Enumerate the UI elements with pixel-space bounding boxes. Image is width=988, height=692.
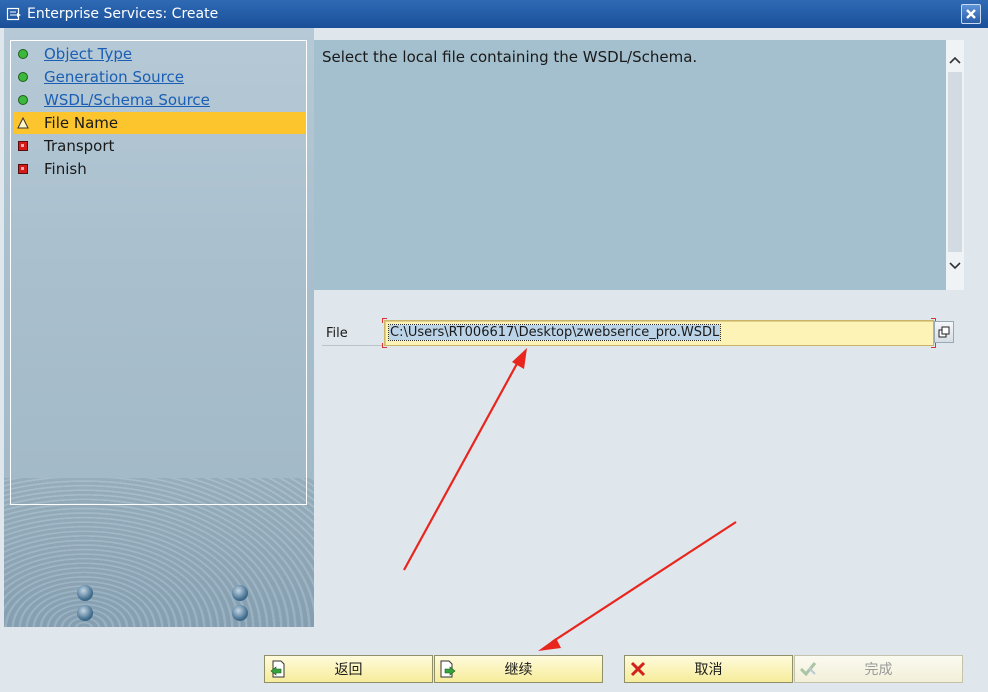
back-button-label: 返回 [334, 662, 363, 678]
red-square-icon [17, 140, 29, 152]
annotation-arrow-to-file [403, 359, 520, 571]
finish-button-label: 完成 [864, 662, 893, 678]
label-underline [322, 345, 382, 346]
file-label: File [326, 326, 348, 341]
step-label[interactable]: Object Type [44, 45, 132, 63]
step-label: Finish [44, 160, 87, 178]
cancel-button-label: 取消 [694, 662, 723, 678]
close-icon [965, 8, 977, 20]
step-transport: Transport [14, 135, 306, 157]
step-generation-source[interactable]: Generation Source [14, 66, 306, 88]
green-dot-icon [17, 48, 29, 60]
finish-check-icon [799, 660, 817, 678]
step-list: Object Type Generation Source WSDL/Schem… [10, 40, 307, 505]
chevron-down-icon [949, 262, 961, 270]
file-field-row: File C:\Users\RT006617\Desktop\zwebseric… [322, 318, 956, 348]
continue-button-label: 继续 [504, 662, 533, 678]
continue-button[interactable]: 继续 [434, 655, 603, 683]
back-icon [269, 660, 287, 678]
cancel-icon [629, 660, 647, 678]
step-label: File Name [44, 114, 119, 132]
red-square-icon [17, 163, 29, 175]
green-dot-icon [17, 71, 29, 83]
required-marker [931, 343, 936, 348]
step-finish: Finish [14, 158, 306, 180]
file-path-input[interactable]: C:\Users\RT006617\Desktop\zwebserice_pro… [384, 320, 934, 346]
annotation-arrowhead [538, 638, 561, 651]
back-button[interactable]: 返回 [264, 655, 433, 683]
close-button[interactable] [961, 4, 981, 24]
file-browse-button[interactable] [934, 321, 954, 343]
required-marker [382, 318, 387, 323]
window-title: Enterprise Services: Create [27, 6, 219, 22]
chevron-up-icon [949, 56, 961, 64]
warning-triangle-icon [17, 117, 29, 129]
scroll-track[interactable] [948, 72, 962, 252]
scroll-down-button[interactable] [946, 256, 964, 276]
water-drop-decoration [77, 605, 93, 621]
wizard-steps-panel: Object Type Generation Source WSDL/Schem… [4, 28, 314, 627]
instruction-scrollbar[interactable] [946, 40, 964, 290]
finish-button: 完成 [794, 655, 963, 683]
cancel-button[interactable]: 取消 [624, 655, 793, 683]
annotation-arrowhead [512, 348, 527, 369]
water-drop-decoration [232, 585, 248, 601]
step-label[interactable]: WSDL/Schema Source [44, 91, 210, 109]
green-dot-icon [17, 94, 29, 106]
instruction-text: Select the local file containing the WSD… [322, 48, 698, 66]
step-label[interactable]: Generation Source [44, 68, 184, 86]
wizard-create-icon [6, 6, 22, 22]
water-drop-decoration [232, 605, 248, 621]
copy-icon [938, 326, 950, 338]
step-wsdl-schema-source[interactable]: WSDL/Schema Source [14, 89, 306, 111]
scroll-up-button[interactable] [946, 50, 964, 70]
file-path-value[interactable]: C:\Users\RT006617\Desktop\zwebserice_pro… [387, 324, 722, 341]
annotation-arrow-to-continue [551, 521, 737, 643]
step-label: Transport [44, 137, 115, 155]
water-drop-decoration [77, 585, 93, 601]
continue-icon [439, 660, 457, 678]
step-file-name[interactable]: File Name [14, 112, 306, 134]
instruction-panel: Select the local file containing the WSD… [314, 40, 946, 290]
required-marker [382, 343, 387, 348]
step-object-type[interactable]: Object Type [14, 43, 306, 65]
window-titlebar: Enterprise Services: Create [0, 0, 988, 28]
